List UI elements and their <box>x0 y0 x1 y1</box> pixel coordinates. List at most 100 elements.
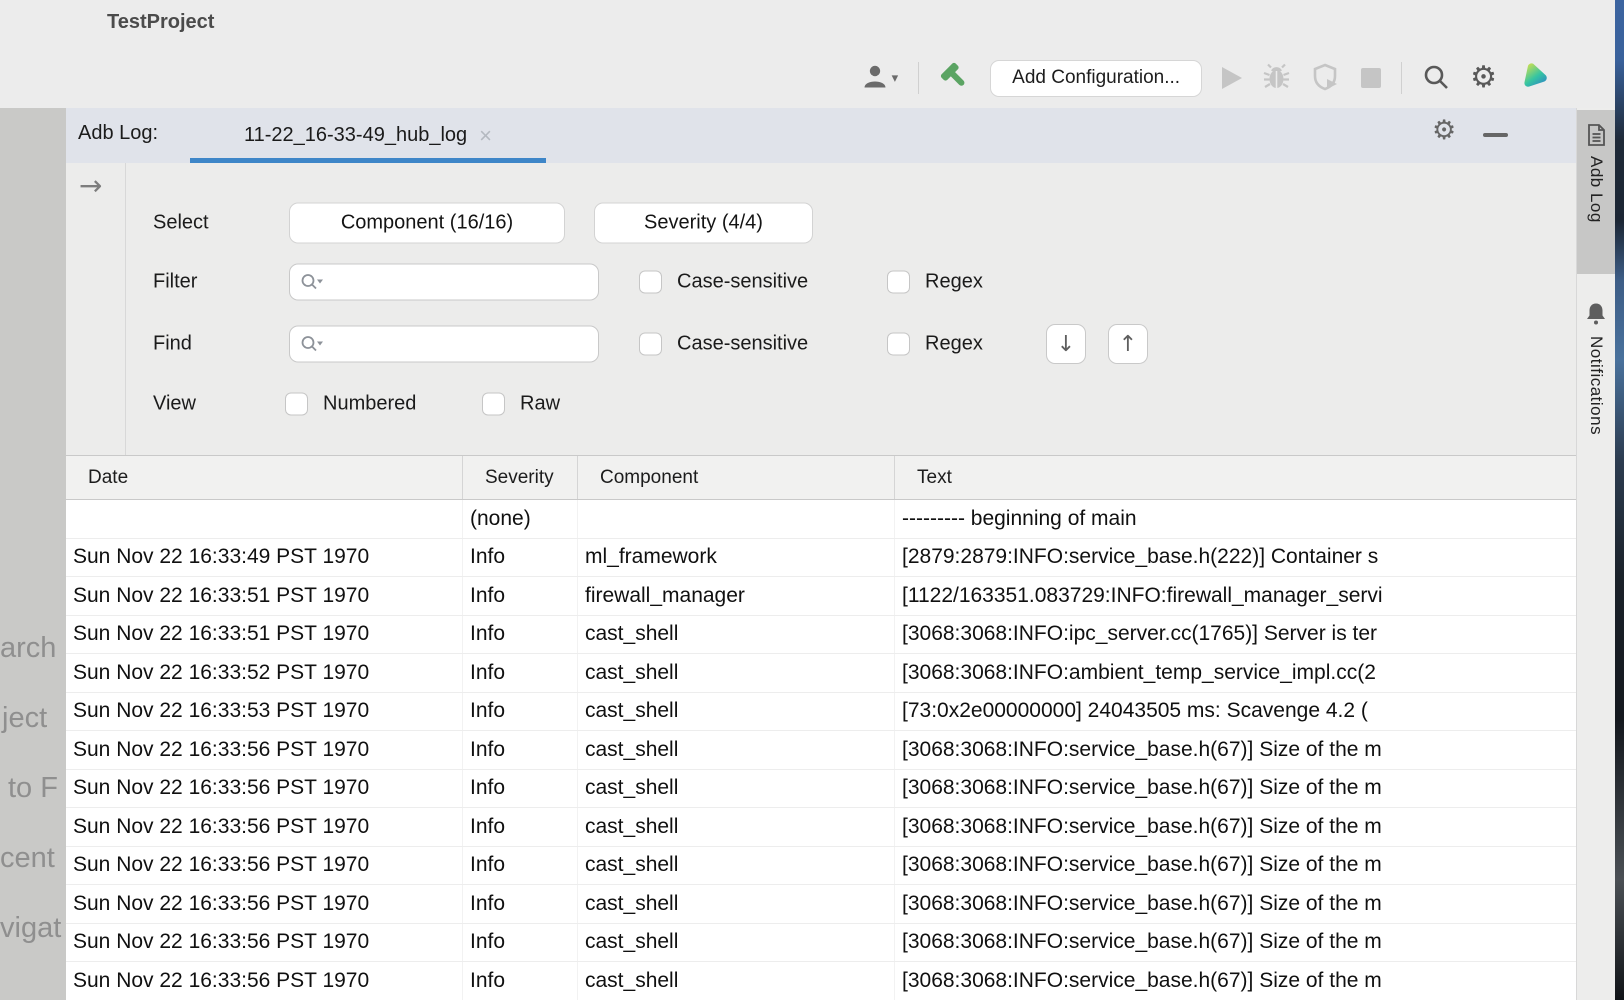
log-file-tab-title: 11-22_16-33-49_hub_log <box>244 124 467 147</box>
column-header-component[interactable]: Component <box>578 456 895 499</box>
stripe-tab-notifications[interactable]: Notifications <box>1577 288 1615 483</box>
component-filter-button[interactable]: Component (16/16) <box>289 203 565 244</box>
chevron-down-icon: ▾ <box>892 71 899 86</box>
close-icon[interactable]: × <box>479 125 492 147</box>
settings-button[interactable]: ⚙ <box>1470 63 1497 93</box>
main-toolbar: ▾ Add Configuration... <box>862 56 1551 100</box>
table-row[interactable]: Sun Nov 22 16:33:56 PST 1970Infocast_she… <box>66 847 1576 886</box>
desktop-wallpaper-edge <box>1614 0 1624 1000</box>
table-row[interactable]: Sun Nov 22 16:33:56 PST 1970Infocast_she… <box>66 885 1576 924</box>
background-text-fragment: cent <box>0 842 55 875</box>
cell-date: Sun Nov 22 16:33:56 PST 1970 <box>66 731 463 769</box>
find-previous-button[interactable]: ↑ <box>1108 324 1148 364</box>
table-row[interactable]: Sun Nov 22 16:33:56 PST 1970Infocast_she… <box>66 808 1576 847</box>
play-icon <box>1222 67 1242 89</box>
search-everywhere-button[interactable] <box>1422 63 1450 94</box>
numbered-checkbox[interactable] <box>285 393 308 416</box>
cell-component: cast_shell <box>578 693 895 731</box>
cell-date: Sun Nov 22 16:33:56 PST 1970 <box>66 847 463 885</box>
table-row[interactable]: Sun Nov 22 16:33:56 PST 1970Infocast_she… <box>66 924 1576 963</box>
cell-text: [3068:3068:INFO:service_base.h(67)] Size… <box>895 924 1576 962</box>
find-case-sensitive-label: Case-sensitive <box>677 333 808 356</box>
table-row[interactable]: Sun Nov 22 16:33:56 PST 1970Infocast_she… <box>66 731 1576 770</box>
find-case-sensitive-checkbox[interactable] <box>639 333 662 356</box>
filter-row: Filter Case-sensitive Regex <box>126 262 1576 302</box>
cell-date: Sun Nov 22 16:33:53 PST 1970 <box>66 693 463 731</box>
table-row[interactable]: Sun Nov 22 16:33:49 PST 1970Infoml_frame… <box>66 539 1576 578</box>
profile-button[interactable] <box>1311 62 1341 95</box>
find-regex-checkbox[interactable] <box>887 333 910 356</box>
run-button[interactable] <box>1222 67 1242 89</box>
debug-button[interactable] <box>1262 62 1291 94</box>
filter-label: Filter <box>153 271 197 294</box>
stop-button[interactable] <box>1361 68 1381 88</box>
cell-text: --------- beginning of main <box>895 500 1576 538</box>
cell-date: Sun Nov 22 16:33:56 PST 1970 <box>66 770 463 808</box>
bell-icon <box>1584 301 1608 327</box>
raw-checkbox[interactable] <box>482 393 505 416</box>
find-input[interactable] <box>324 333 598 355</box>
cell-component: cast_shell <box>578 924 895 962</box>
hammer-icon <box>939 61 970 95</box>
cell-text: [2879:2879:INFO:service_base.h(222)] Con… <box>895 539 1576 577</box>
column-header-text[interactable]: Text <box>895 456 1576 499</box>
search-icon <box>1422 63 1450 94</box>
cell-text: [3068:3068:INFO:service_base.h(67)] Size… <box>895 808 1576 846</box>
filter-input[interactable] <box>324 271 598 293</box>
tool-window-settings-gear-icon[interactable]: ⚙ <box>1432 117 1456 144</box>
stripe-tab-adb-log[interactable]: Adb Log <box>1577 110 1615 274</box>
severity-filter-button[interactable]: Severity (4/4) <box>594 203 813 244</box>
user-account-button[interactable]: ▾ <box>862 63 899 93</box>
window-title: TestProject <box>107 11 214 34</box>
cell-severity: Info <box>463 731 578 769</box>
table-row[interactable]: Sun Nov 22 16:33:56 PST 1970Infocast_she… <box>66 770 1576 809</box>
find-search-field[interactable] <box>289 326 599 363</box>
cell-component: cast_shell <box>578 808 895 846</box>
log-file-tab[interactable]: 11-22_16-33-49_hub_log × <box>190 108 546 163</box>
table-row[interactable]: Sun Nov 22 16:33:51 PST 1970Infofirewall… <box>66 577 1576 616</box>
table-row[interactable]: Sun Nov 22 16:33:53 PST 1970Infocast_she… <box>66 693 1576 732</box>
arrow-up-icon: ↑ <box>1119 332 1137 357</box>
plugin-logo-button[interactable] <box>1517 60 1551 97</box>
search-caret-icon <box>300 272 324 292</box>
arrow-down-icon: ↓ <box>1057 332 1075 357</box>
cell-severity: (none) <box>463 500 578 538</box>
cell-date: Sun Nov 22 16:33:51 PST 1970 <box>66 616 463 654</box>
find-next-button[interactable]: ↓ <box>1046 324 1086 364</box>
filter-form: Select Component (16/16) Severity (4/4) … <box>126 163 1576 455</box>
column-header-severity[interactable]: Severity <box>463 456 578 499</box>
filter-regex-checkbox[interactable] <box>887 271 910 294</box>
cell-component: ml_framework <box>578 539 895 577</box>
search-caret-icon <box>300 334 324 354</box>
cell-date: Sun Nov 22 16:33:51 PST 1970 <box>66 577 463 615</box>
filter-case-sensitive-checkbox[interactable] <box>639 271 662 294</box>
table-row[interactable]: (none) --------- beginning of main <box>66 500 1576 539</box>
table-header: Date Severity Component Text <box>66 455 1576 500</box>
minimize-icon[interactable] <box>1483 133 1508 137</box>
find-label: Find <box>153 333 192 356</box>
filter-case-sensitive-label: Case-sensitive <box>677 271 808 294</box>
select-label: Select <box>153 212 209 235</box>
arrow-right-icon[interactable]: → <box>79 169 102 202</box>
cell-text: [73:0x2e00000000] 24043505 ms: Scavenge … <box>895 693 1576 731</box>
cell-component: cast_shell <box>578 654 895 692</box>
table-row[interactable]: Sun Nov 22 16:33:51 PST 1970Infocast_she… <box>66 616 1576 655</box>
background-text-fragment: arch <box>0 632 56 665</box>
table-row[interactable]: Sun Nov 22 16:33:56 PST 1970Infocast_she… <box>66 962 1576 1000</box>
stop-icon <box>1361 68 1381 88</box>
cell-severity: Info <box>463 770 578 808</box>
select-row: Select Component (16/16) Severity (4/4) <box>126 201 1576 245</box>
column-header-date[interactable]: Date <box>66 456 463 499</box>
view-label: View <box>153 393 196 416</box>
build-button[interactable] <box>939 61 970 95</box>
find-regex-label: Regex <box>925 333 983 356</box>
cell-component <box>578 500 895 538</box>
user-icon <box>862 63 889 93</box>
cell-date: Sun Nov 22 16:33:52 PST 1970 <box>66 654 463 692</box>
add-configuration-button[interactable]: Add Configuration... <box>990 60 1202 97</box>
bug-icon <box>1262 62 1291 94</box>
gradient-sphere-icon <box>1517 60 1551 97</box>
filter-search-field[interactable] <box>289 264 599 301</box>
cell-severity: Info <box>463 962 578 1000</box>
table-row[interactable]: Sun Nov 22 16:33:52 PST 1970Infocast_she… <box>66 654 1576 693</box>
